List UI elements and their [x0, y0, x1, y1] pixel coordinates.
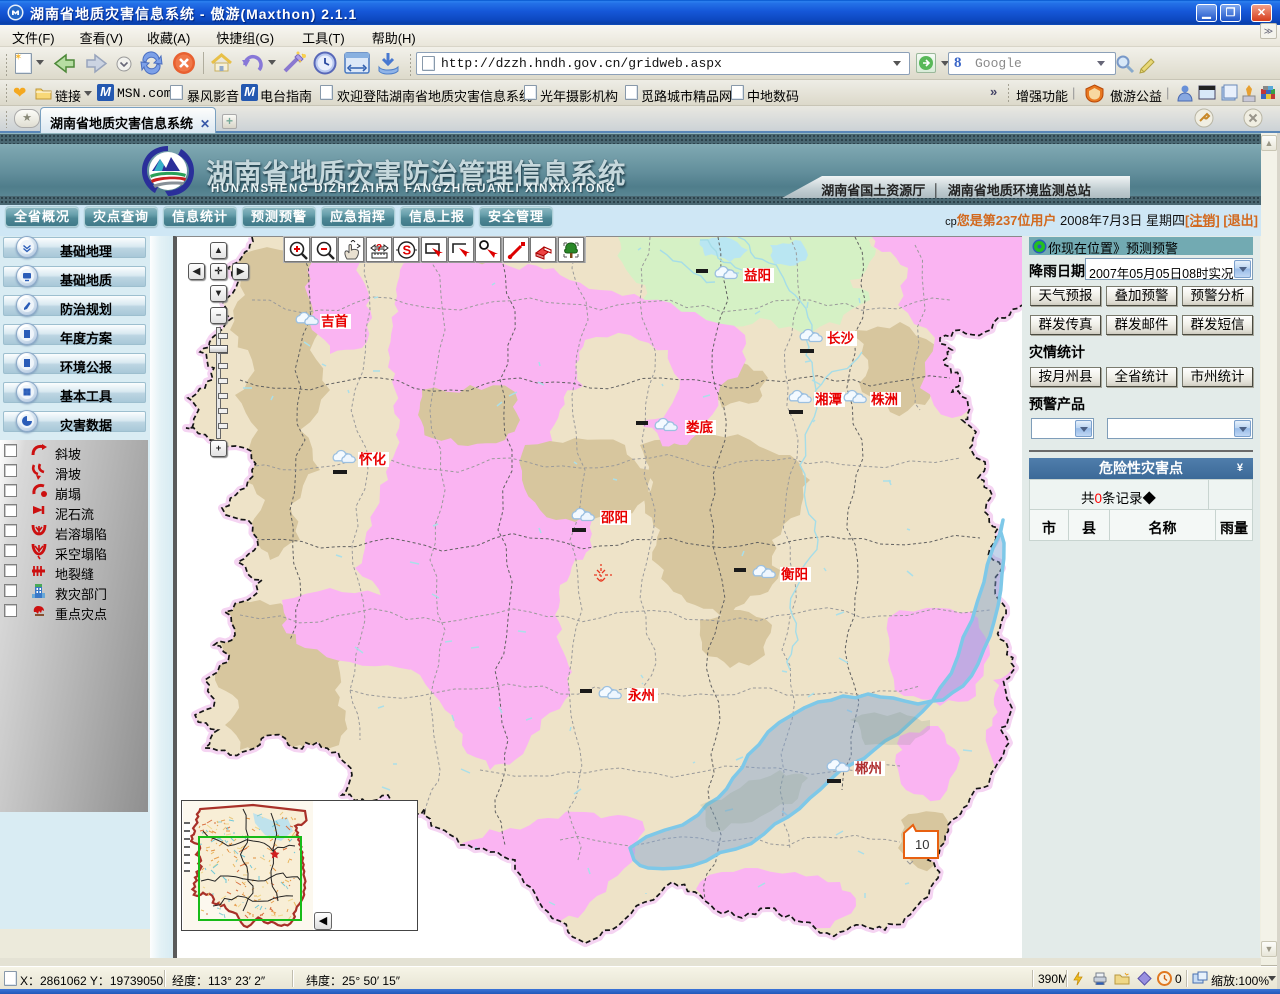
svg-text:湘潭: 湘潭 — [815, 391, 843, 407]
svg-text:邵阳: 邵阳 — [600, 510, 628, 525]
svg-text:益阳: 益阳 — [744, 267, 771, 283]
svg-text:娄底: 娄底 — [686, 419, 714, 435]
svg-text:株洲: 株洲 — [871, 391, 898, 407]
svg-text:郴州: 郴州 — [855, 760, 882, 776]
svg-text:S: S — [403, 243, 412, 258]
svg-text:长沙: 长沙 — [827, 330, 855, 346]
svg-text:吉首: 吉首 — [321, 313, 348, 329]
svg-text:衡阳: 衡阳 — [781, 566, 808, 582]
svg-text:?: ? — [376, 243, 382, 254]
svg-text:10: 10 — [915, 837, 929, 852]
svg-text:永州: 永州 — [628, 687, 655, 703]
svg-text:怀化: 怀化 — [359, 451, 386, 467]
